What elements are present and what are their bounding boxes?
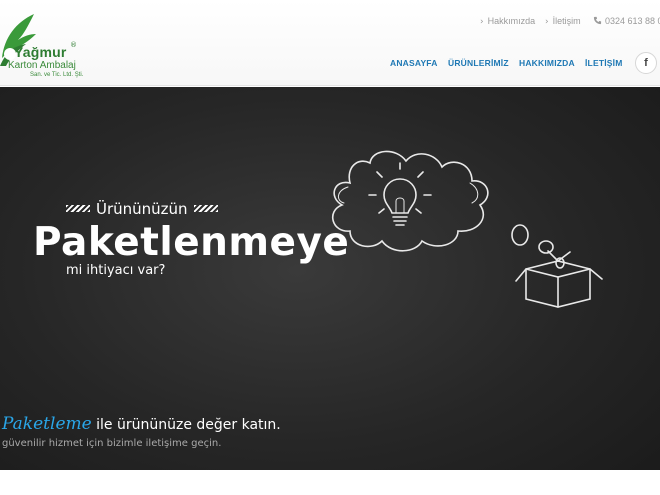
hero-headline: Paketlenmeye: [33, 220, 350, 265]
hero-kicker: Ürününüzün: [60, 200, 224, 218]
promo-rest: ile ürününüze değer katın.: [96, 417, 281, 433]
thought-cloud-icon: [331, 150, 489, 252]
hero-kicker-text: Ürününüzün: [96, 200, 188, 218]
phone-number[interactable]: 0324 613 88 02 -: [593, 16, 660, 26]
site-header: Yağmur ® Karton Ambalaj San. ve Tic. Ltd…: [0, 0, 660, 86]
toplink-label: Hakkımızda: [487, 16, 536, 26]
nav-item-anasayfa[interactable]: ANASAYFA: [390, 58, 438, 68]
facebook-icon[interactable]: f: [635, 52, 657, 74]
toplink-hakkimizda[interactable]: › Hakkımızda: [480, 16, 535, 27]
phone-label: 0324 613 88 02 -: [605, 16, 660, 26]
promo-highlight: Paketleme: [2, 414, 92, 434]
promo-line: Paketleme ile ürününüze değer katın.: [2, 414, 281, 434]
toplink-label: İletişim: [552, 16, 581, 26]
main-nav: ANASAYFA ÜRÜNLERİMİZ HAKKIMIZDA İLETİŞİM: [0, 58, 660, 72]
registered-mark: ®: [70, 41, 77, 49]
open-box-icon: [515, 250, 603, 308]
hero-banner: Ürününüzün Paketlenmeye mi ihtiyacı var?…: [0, 87, 660, 495]
toplink-iletisim[interactable]: › İletişim: [545, 16, 581, 27]
brand-legal-name: San. ve Tic. Ltd. Şti.: [30, 72, 84, 78]
top-links: ›Hakkımızda ›İletişim 0324 613 88 02 -: [0, 16, 660, 28]
hatch-decoration: [193, 205, 218, 212]
nav-item-iletisim[interactable]: İLETİŞİM: [585, 58, 623, 68]
lightbulb-icon: [368, 162, 432, 226]
phone-icon: [593, 16, 602, 25]
promo-subtext: güvenilir hizmet için bizimle iletişime …: [2, 438, 222, 449]
chalk-illustration: [331, 150, 603, 308]
nav-item-urunlerimiz[interactable]: ÜRÜNLERİMİZ: [448, 58, 509, 68]
hatch-decoration: [66, 205, 90, 212]
chevron-right-icon: ›: [545, 17, 549, 27]
nav-item-hakkimizda[interactable]: HAKKIMIZDA: [519, 58, 575, 68]
hero-subline: mi ihtiyacı var?: [66, 263, 166, 278]
chevron-right-icon: ›: [480, 17, 484, 27]
hero-bottom-strip: [0, 470, 660, 495]
